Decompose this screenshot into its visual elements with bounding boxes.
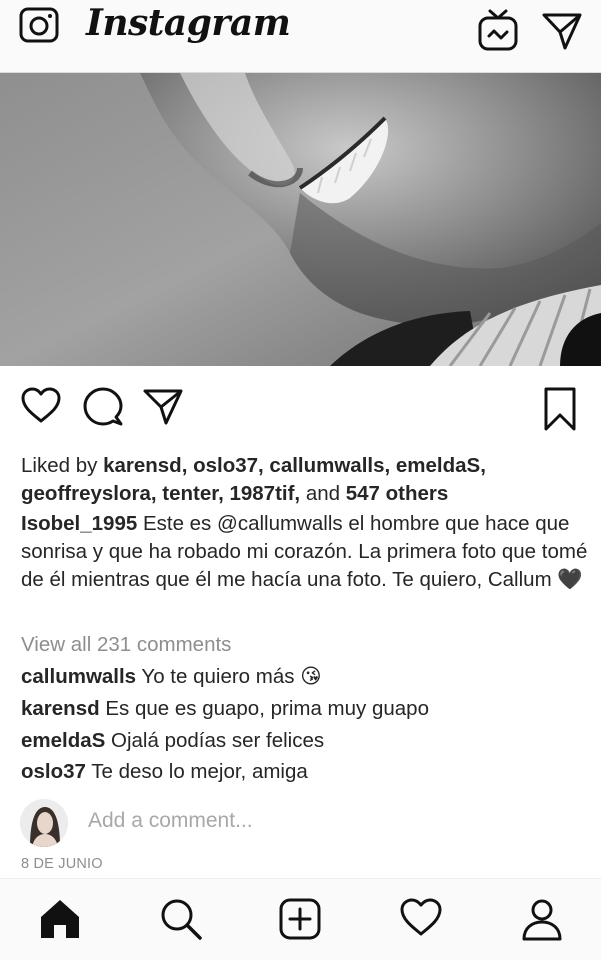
- comment-row: callumwalls Yo te quiero más 😘: [21, 663, 322, 691]
- comment-text: Te deso lo mejor, amiga: [85, 760, 308, 783]
- post-actions: [0, 382, 601, 433]
- direct-message-icon[interactable]: [541, 10, 583, 57]
- profile-icon[interactable]: [520, 897, 564, 946]
- add-comment-input[interactable]: Add a comment...: [88, 809, 253, 833]
- share-icon[interactable]: [142, 386, 184, 431]
- search-icon[interactable]: [159, 897, 203, 946]
- liked-and: and: [300, 482, 346, 505]
- home-icon[interactable]: [38, 897, 82, 946]
- likes-summary[interactable]: Liked by karensd, oslo37, callumwalls, e…: [21, 452, 591, 508]
- comment-text: Yo te quiero más 😘: [136, 665, 322, 688]
- bottom-nav: [0, 878, 601, 960]
- comment-username[interactable]: emeldaS: [21, 729, 105, 752]
- comment-icon[interactable]: [82, 386, 124, 433]
- igtv-icon[interactable]: [477, 8, 519, 57]
- post-photo[interactable]: [0, 73, 601, 366]
- caption-username[interactable]: Isobel_1995: [21, 512, 137, 535]
- avatar[interactable]: [20, 799, 68, 847]
- view-all-comments-link[interactable]: View all 231 comments: [21, 631, 231, 659]
- top-bar: Instagram: [0, 0, 601, 73]
- comment-row: karensd Es que es guapo, prima muy guapo: [21, 695, 429, 723]
- post-caption: Isobel_1995 Este es @callumwalls el homb…: [21, 510, 591, 594]
- comment-username[interactable]: callumwalls: [21, 665, 136, 688]
- liked-prefix: Liked by: [21, 454, 104, 477]
- bookmark-icon[interactable]: [542, 386, 578, 437]
- camera-icon[interactable]: [18, 6, 62, 51]
- comment-username[interactable]: oslo37: [21, 760, 86, 783]
- comment-text: Ojalá podías ser felices: [105, 729, 325, 752]
- liked-others[interactable]: 547 others: [346, 482, 449, 505]
- activity-heart-icon[interactable]: [399, 897, 443, 944]
- add-comment-row[interactable]: Add a comment...: [0, 797, 601, 849]
- add-post-icon[interactable]: [278, 897, 322, 946]
- comment-username[interactable]: karensd: [21, 697, 100, 720]
- comment-row: emeldaS Ojalá podías ser felices: [21, 727, 324, 755]
- instagram-logo[interactable]: Instagram: [86, 2, 291, 44]
- heart-icon[interactable]: [20, 386, 62, 431]
- comment-text: Es que es guapo, prima muy guapo: [99, 697, 429, 720]
- post-date: 8 DE JUNIO: [21, 856, 103, 872]
- comment-row: oslo37 Te deso lo mejor, amiga: [21, 758, 308, 786]
